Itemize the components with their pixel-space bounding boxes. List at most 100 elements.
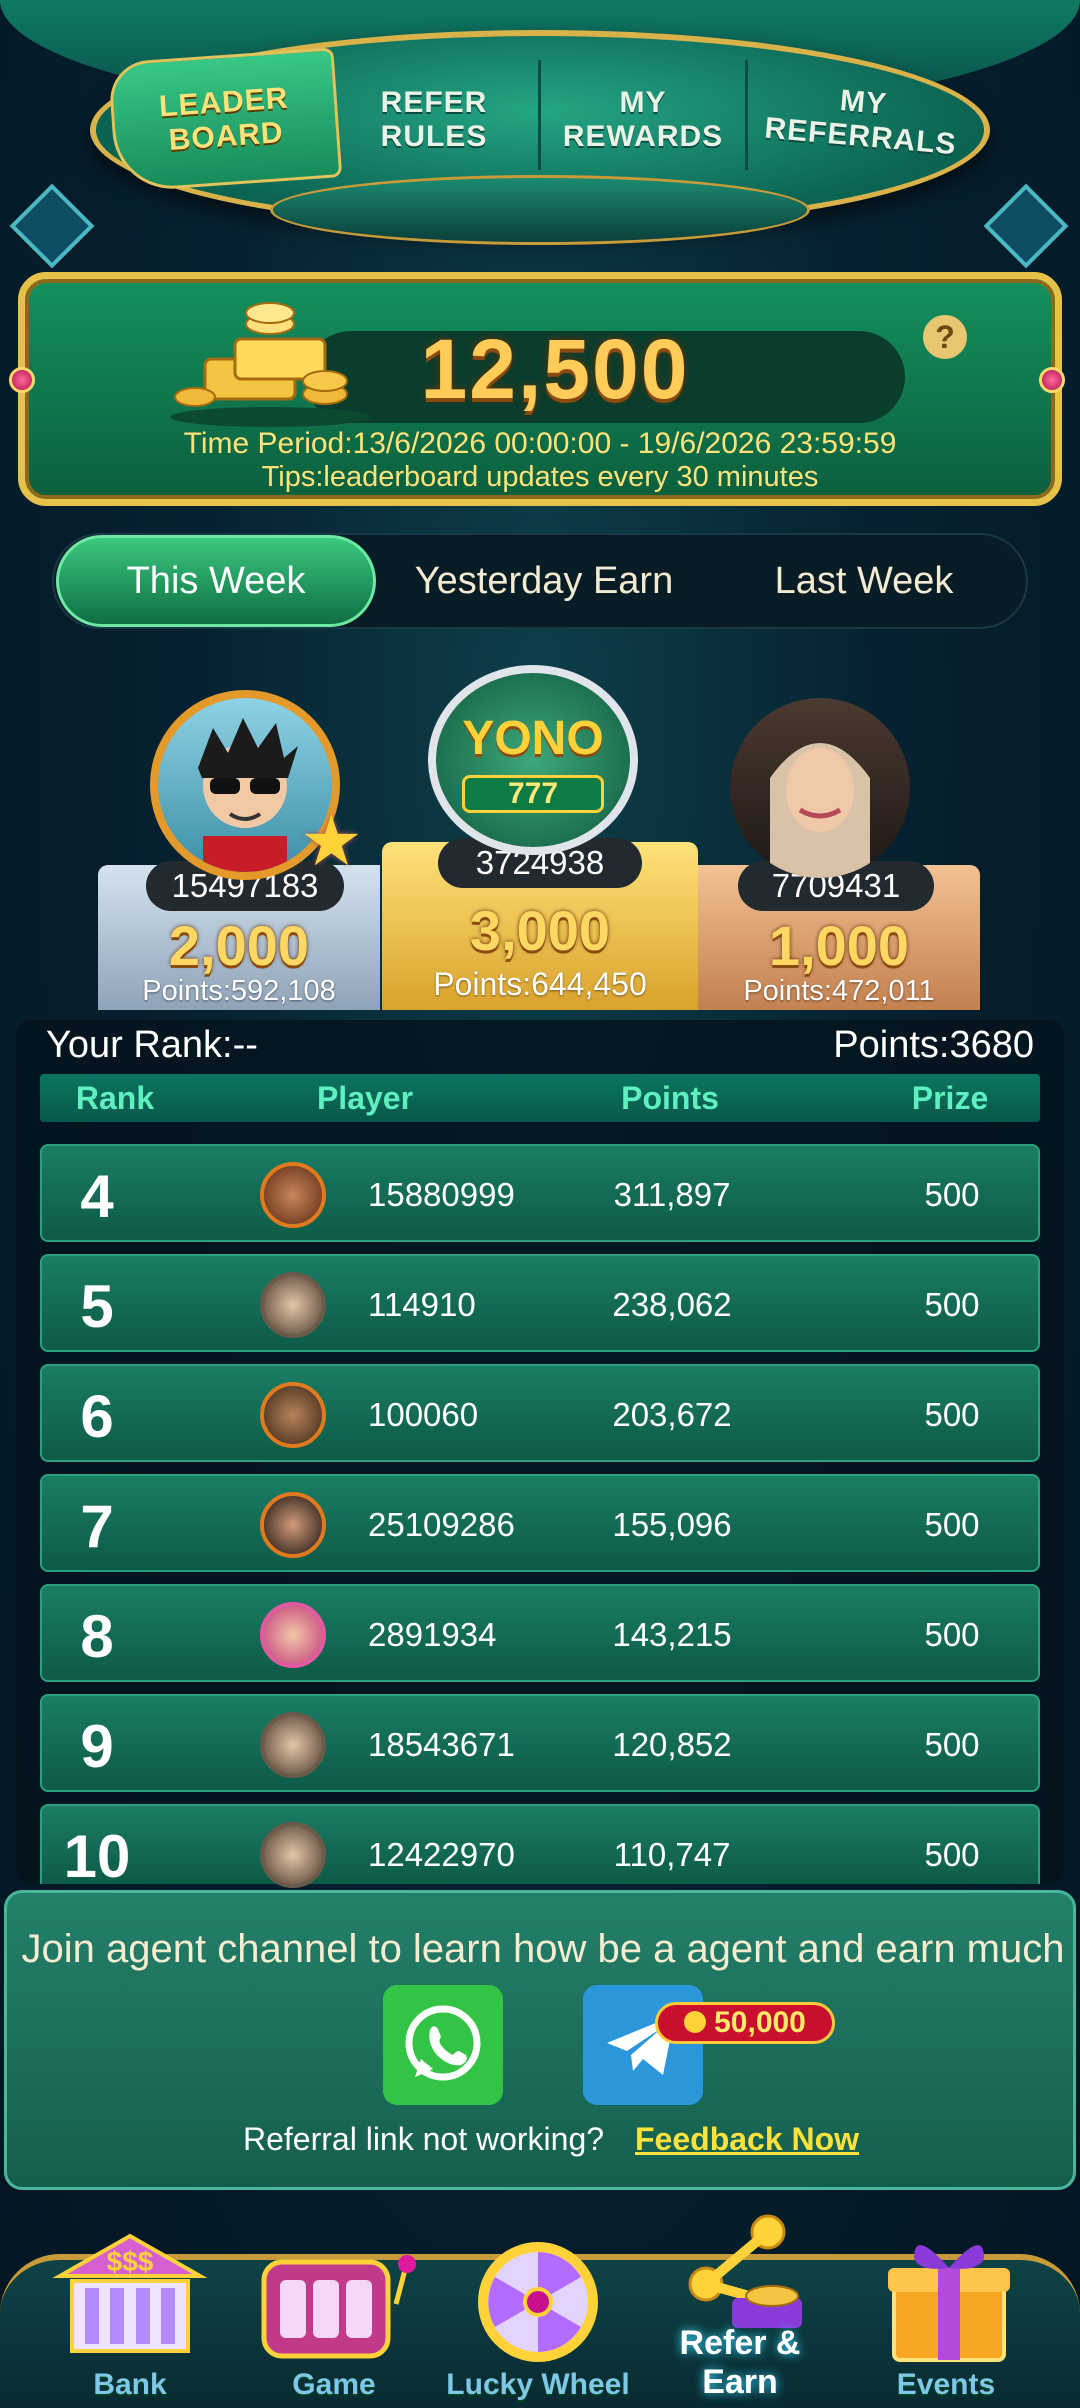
slot-777-icon: 777 [462, 775, 604, 813]
row-prize: 500 [924, 1506, 980, 1543]
table-row[interactable]: 7 25109286 155,096 500 [40, 1474, 1040, 1572]
gift-icon [888, 2245, 1010, 2362]
bank-icon: $$$ [52, 2233, 208, 2353]
nav-label: Game [292, 2368, 376, 2401]
row-player: 15880999 [368, 1176, 515, 1213]
gem-ornament-icon [9, 367, 35, 393]
row-player: 114910 [368, 1286, 476, 1323]
header-points: Points [621, 1080, 719, 1116]
podium-first: 3724938 3,000 Points:644,450 [382, 838, 698, 1010]
update-tips: Tips:leaderboard updates every 30 minute… [261, 461, 819, 493]
rank-panel: Your Rank:-- Points:3680 Rank Player Poi… [16, 1020, 1064, 1890]
feedback-link[interactable]: Feedback Now [635, 2121, 859, 2158]
table-header: Rank Player Points Prize [40, 1074, 1040, 1122]
nav-lucky-wheel[interactable]: Lucky Wheel [438, 2214, 638, 2408]
nav-label: Bank [93, 2368, 167, 2401]
star-icon: ★ [300, 802, 363, 880]
row-prize: 500 [924, 1286, 980, 1323]
row-points: 155,096 [612, 1506, 732, 1543]
podium-second: 15497183 2,000 Points:592,108 [98, 861, 380, 1010]
player-avatar-icon [770, 743, 870, 878]
table-row[interactable]: 8 2891934 143,215 500 [40, 1584, 1040, 1682]
header-prize: Prize [911, 1080, 989, 1116]
nav-label: Events [896, 2368, 996, 2401]
whatsapp-icon [405, 2005, 481, 2081]
podium-third-prize: 1,000 [768, 914, 910, 977]
podium-second-prize: 2,000 [168, 914, 310, 977]
reward-badge: 50,000 [655, 2002, 835, 2044]
tab-divider [538, 60, 541, 170]
diamond-ornament-icon [9, 183, 95, 269]
row-points: 110,747 [613, 1836, 731, 1873]
avatar [260, 1382, 326, 1448]
nav-events[interactable]: Events [846, 2214, 1046, 2408]
row-player: 18543671 [368, 1726, 515, 1763]
avatar [260, 1602, 326, 1668]
avatar [260, 1272, 326, 1338]
table-row[interactable]: 10 12422970 110,747 500 [40, 1804, 1040, 1890]
row-player: 100060 [368, 1396, 479, 1433]
row-rank: 4 [80, 1163, 114, 1230]
logo-text: YONO [462, 712, 604, 765]
table-row[interactable]: 5 114910 238,062 500 [40, 1254, 1040, 1352]
table-row[interactable]: 4 15880999 311,897 500 [40, 1144, 1040, 1242]
table-row[interactable]: 9 18543671 120,852 500 [40, 1694, 1040, 1792]
row-rank: 6 [80, 1383, 114, 1450]
whatsapp-button[interactable] [383, 1985, 503, 2105]
prize-pool-amount: 12,500 [420, 322, 690, 416]
header-player: Player [316, 1080, 414, 1116]
diamond-ornament-icon [983, 183, 1069, 269]
podium-first-prize: 3,000 [469, 899, 611, 962]
avatar [730, 698, 910, 878]
svg-text:$$$: $$$ [107, 2246, 154, 2277]
your-points: Points:3680 [833, 1024, 1034, 1066]
yono-logo: YONO 777 [428, 665, 638, 855]
your-rank: Your Rank:-- [46, 1024, 258, 1066]
row-prize: 500 [924, 1616, 980, 1653]
tab-dish-base [270, 175, 810, 245]
podium-third-points: Points:472,011 [743, 975, 935, 1007]
row-player: 25109286 [368, 1506, 515, 1543]
avatar [260, 1712, 326, 1778]
row-points: 120,852 [612, 1726, 732, 1763]
row-rank: 10 [63, 1823, 131, 1890]
nav-refer-earn[interactable]: Refer & Earn [640, 2214, 840, 2408]
row-prize: 500 [924, 1836, 980, 1873]
podium-third: 7709431 1,000 Points:472,011 [698, 861, 980, 1010]
nav-bank[interactable]: $$$ Bank [30, 2214, 230, 2408]
tab-my-referrals[interactable]: MY REFERRALS [747, 46, 977, 195]
avatar [260, 1492, 326, 1558]
bottom-nav: $$$ Bank Game Lucky Wheel Refer & Earn E… [0, 2214, 1080, 2408]
tab-my-rewards[interactable]: MY REWARDS [544, 55, 742, 185]
row-points: 143,215 [612, 1616, 732, 1653]
tab-yesterday-earn[interactable]: Yesterday Earn [384, 535, 704, 627]
tab-this-week[interactable]: This Week [56, 535, 376, 627]
referral-issue-text: Referral link not working? [243, 2121, 605, 2157]
table-row[interactable]: 6 100060 203,672 500 [40, 1364, 1040, 1462]
avatar [260, 1822, 326, 1888]
row-rank: 9 [80, 1713, 114, 1780]
avatar [260, 1162, 326, 1228]
row-rank: 7 [80, 1493, 114, 1560]
row-prize: 500 [924, 1176, 980, 1213]
prize-pool-banner: 12,500 ? Time Period:13/6/2026 00:00:00 … [9, 272, 1065, 506]
tab-leaderboard[interactable]: LEADER BOARD [107, 47, 343, 193]
period-tabs: This Week Yesterday Earn Last Week [52, 533, 1028, 629]
tab-refer-rules[interactable]: REFER RULES [332, 55, 536, 185]
row-rank: 5 [80, 1273, 114, 1340]
agent-channel-text: Join agent channel to learn how be a age… [21, 1927, 1065, 1971]
row-rank: 8 [80, 1603, 114, 1670]
nav-game[interactable]: Game [234, 2214, 434, 2408]
time-period: Time Period:13/6/2026 00:00:00 - 19/6/20… [183, 427, 897, 460]
header-rank: Rank [75, 1080, 155, 1116]
row-player: 2891934 [368, 1616, 497, 1653]
row-prize: 500 [924, 1396, 980, 1433]
agent-channel-panel: Join agent channel to learn how be a age… [4, 1890, 1076, 2190]
podium-first-points: Points:644,450 [433, 966, 647, 1002]
row-player: 12422970 [368, 1836, 515, 1873]
tab-last-week[interactable]: Last Week [704, 535, 1024, 627]
wheel-icon [478, 2242, 598, 2362]
help-button[interactable]: ? [923, 315, 967, 359]
top-tab-bar: LEADER BOARD REFER RULES MY REWARDS MY R… [0, 0, 1080, 270]
gem-ornament-icon [1039, 367, 1065, 393]
